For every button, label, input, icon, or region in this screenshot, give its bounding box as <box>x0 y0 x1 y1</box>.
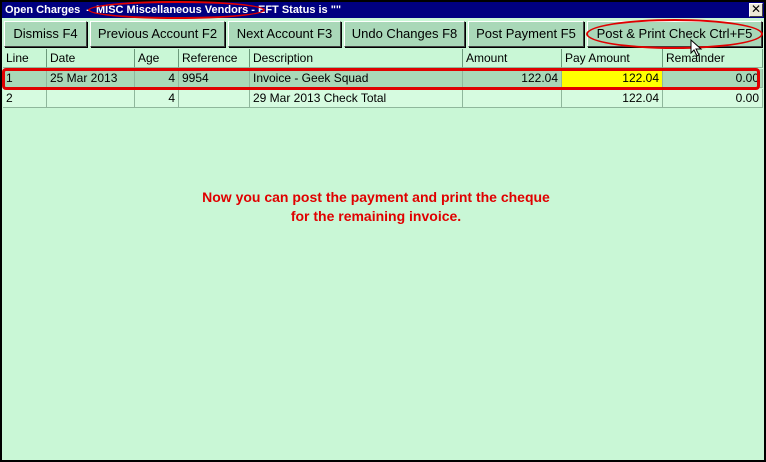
cell-line: 1 <box>3 69 47 88</box>
table-row[interactable]: 2 4 29 Mar 2013 Check Total 122.04 0.00 <box>3 89 763 108</box>
next-account-button[interactable]: Next Account F3 <box>228 21 341 47</box>
column-header-description[interactable]: Description <box>250 49 463 68</box>
cell-pay-amount: 122.04 <box>562 89 663 108</box>
table-row[interactable]: 1 25 Mar 2013 4 9954 Invoice - Geek Squa… <box>3 69 763 88</box>
column-header-remainder[interactable]: Remainder <box>663 49 763 68</box>
previous-account-button[interactable]: Previous Account F2 <box>90 21 225 47</box>
instruction-line-1: Now you can post the payment and print t… <box>202 189 550 205</box>
column-header-pay-amount[interactable]: Pay Amount <box>562 49 663 68</box>
open-charges-window: Open Charges - MISC Miscellaneous Vendor… <box>0 0 766 462</box>
instruction-note: Now you can post the payment and print t… <box>2 188 750 226</box>
cell-age: 4 <box>135 69 179 88</box>
cell-date <box>47 89 135 108</box>
column-header-amount[interactable]: Amount <box>463 49 562 68</box>
post-payment-button[interactable]: Post Payment F5 <box>468 21 584 47</box>
mouse-pointer-icon <box>690 39 703 57</box>
cell-description: 29 Mar 2013 Check Total <box>250 89 463 108</box>
cell-description: Invoice - Geek Squad <box>250 69 463 88</box>
toolbar: Dismiss F4 Previous Account F2 Next Acco… <box>2 18 764 48</box>
title-bar: Open Charges - MISC Miscellaneous Vendor… <box>2 2 764 18</box>
cell-age: 4 <box>135 89 179 108</box>
column-header-line[interactable]: Line <box>3 49 47 68</box>
window-title-prefix: Open Charges <box>5 4 81 16</box>
dismiss-button[interactable]: Dismiss F4 <box>4 21 87 47</box>
pay-amount-input[interactable]: 122.04 <box>562 69 663 88</box>
cell-remainder: 0.00 <box>663 69 763 88</box>
undo-changes-button[interactable]: Undo Changes F8 <box>344 21 465 47</box>
column-header-reference[interactable]: Reference <box>179 49 250 68</box>
cell-amount: 122.04 <box>463 69 562 88</box>
cell-date: 25 Mar 2013 <box>47 69 135 88</box>
cell-reference: 9954 <box>179 69 250 88</box>
column-header-date[interactable]: Date <box>47 49 135 68</box>
cell-amount <box>463 89 562 108</box>
table-header-row: Line Date Age Reference Description Amou… <box>3 49 763 68</box>
eft-status: - EFT Status is "" <box>251 4 342 16</box>
cell-reference <box>179 89 250 108</box>
title-separator: - <box>86 4 90 16</box>
cell-remainder: 0.00 <box>663 89 763 108</box>
cell-line: 2 <box>3 89 47 108</box>
post-print-check-button[interactable]: Post & Print Check Ctrl+F5 <box>587 21 762 47</box>
instruction-line-2: for the remaining invoice. <box>290 208 462 224</box>
vendor-name: MISC Miscellaneous Vendors <box>95 4 249 16</box>
close-button[interactable]: ✕ <box>749 3 763 17</box>
column-header-age[interactable]: Age <box>135 49 179 68</box>
